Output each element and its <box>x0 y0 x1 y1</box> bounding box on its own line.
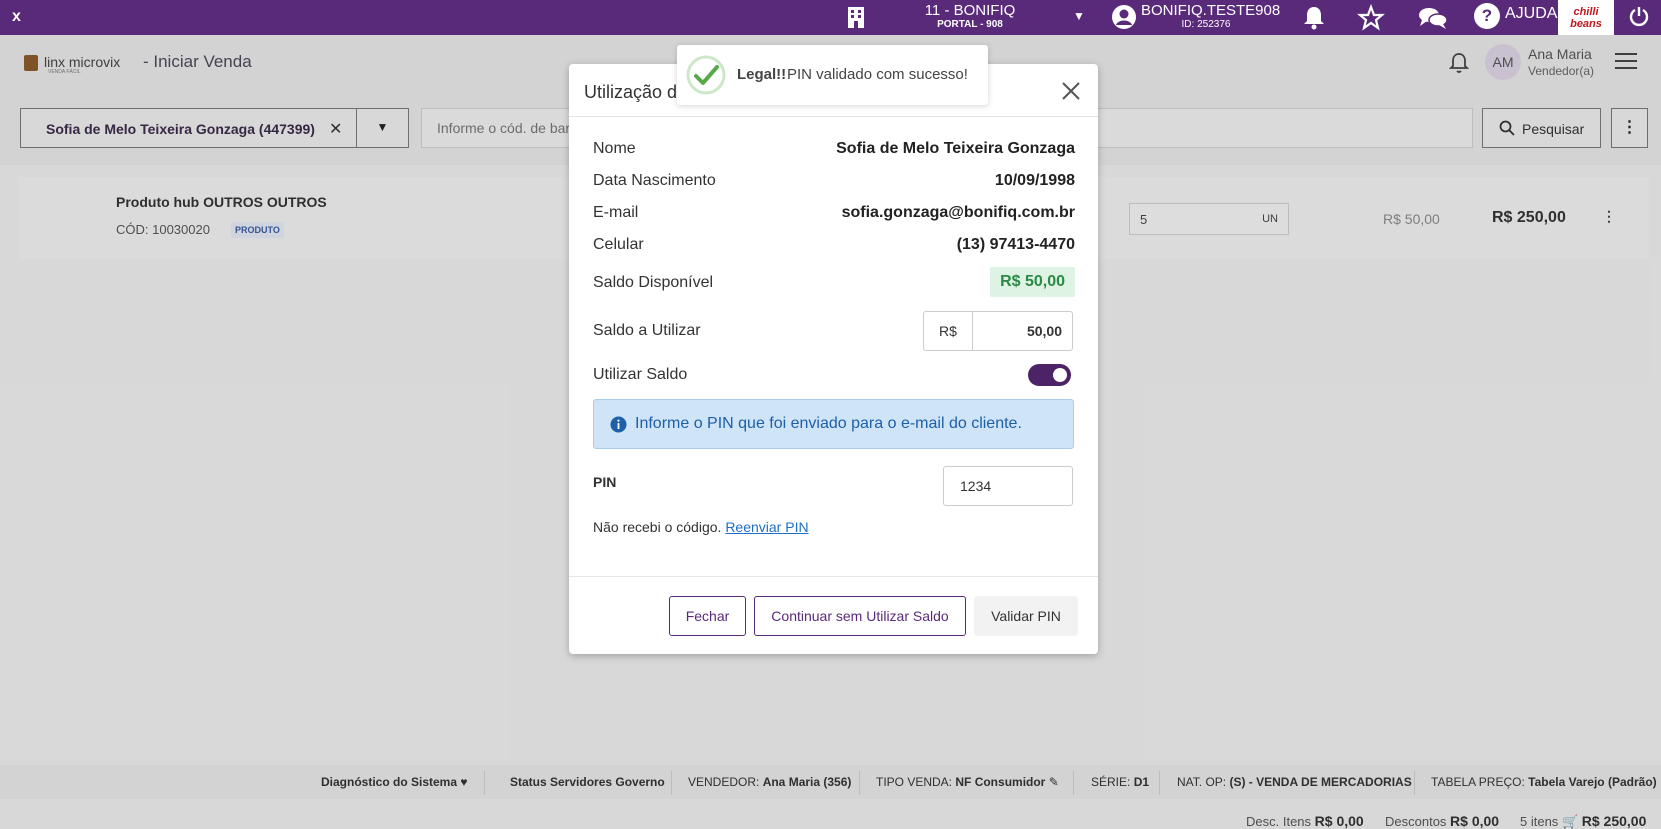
store-portal: PORTAL - 908 <box>937 19 1003 30</box>
user-circle-icon[interactable] <box>1111 4 1137 30</box>
close-icon[interactable] <box>1060 80 1082 102</box>
chevron-down-icon[interactable]: ▼ <box>1073 9 1085 23</box>
divider <box>569 116 1098 117</box>
star-icon[interactable] <box>1357 4 1385 32</box>
top-bar: x 11 - BONIFIQ PORTAL - 908 ▼ BONIFIQ.TE… <box>0 0 1661 35</box>
use-balance-toggle[interactable] <box>1028 364 1071 386</box>
power-icon[interactable] <box>1628 5 1650 27</box>
toast-message: PIN validado com sucesso! <box>787 66 968 83</box>
field-phone: Celular (13) 97413-4470 <box>593 236 1075 253</box>
resend-pin-link[interactable]: Reenviar PIN <box>725 519 808 535</box>
building-icon[interactable] <box>846 6 866 28</box>
use-balance-label: Utilizar Saldo <box>593 366 688 383</box>
field-name: Nome Sofia de Melo Teixeira Gonzaga <box>593 140 1075 157</box>
chat-icon[interactable] <box>1417 4 1449 32</box>
info-text: Informe o PIN que foi enviado para o e-m… <box>635 415 1022 432</box>
currency-prefix: R$ <box>924 312 973 350</box>
brand-logo: chilli beans <box>1558 0 1614 35</box>
divider <box>569 576 1098 577</box>
check-circle-icon <box>686 55 726 95</box>
store-selector[interactable]: 11 - BONIFIQ PORTAL - 908 <box>900 2 1040 30</box>
user-account[interactable]: BONIFIQ.TESTE908 ID: 252376 <box>1141 2 1281 30</box>
close-app-button[interactable]: x <box>12 8 21 26</box>
pin-label: PIN <box>593 474 617 490</box>
validate-pin-button[interactable]: Validar PIN <box>974 596 1078 636</box>
help-label[interactable]: AJUDA <box>1505 5 1557 23</box>
bell-icon[interactable] <box>1300 4 1328 32</box>
account-name: BONIFIQ.TESTE908 <box>1141 2 1281 19</box>
pin-input[interactable] <box>943 466 1073 506</box>
field-birthdate: Data Nascimento 10/09/1998 <box>593 172 1075 189</box>
balance-usage-dialog: Utilização de Nome Sofia de Melo Teixeira… <box>569 64 1098 654</box>
available-balance: Saldo Disponível R$ 50,00 <box>593 267 1075 298</box>
status-badge: R$ 50,00 <box>990 267 1075 297</box>
dialog-title: Utilização de <box>584 82 688 102</box>
resend-text: Não recebi o código. Reenviar PIN <box>593 519 809 535</box>
help-icon[interactable]: ? <box>1474 3 1500 29</box>
field-email: E-mail sofia.gonzaga@bonifiq.com.br <box>593 204 1075 221</box>
toast-title: Legal!! <box>737 66 787 83</box>
info-icon <box>610 416 627 433</box>
balance-amount-input[interactable]: R$ 50,00 <box>923 311 1073 351</box>
store-name: 11 - BONIFIQ <box>924 2 1016 19</box>
close-button[interactable]: Fechar <box>669 596 746 636</box>
account-id: ID: 252376 <box>1181 19 1231 30</box>
balance-amount-value: 50,00 <box>1026 323 1062 339</box>
continue-without-balance-button[interactable]: Continuar sem Utilizar Saldo <box>754 596 966 636</box>
success-toast: Legal!! PIN validado com sucesso! <box>677 45 988 105</box>
info-alert: Informe o PIN que foi enviado para o e-m… <box>593 399 1074 449</box>
